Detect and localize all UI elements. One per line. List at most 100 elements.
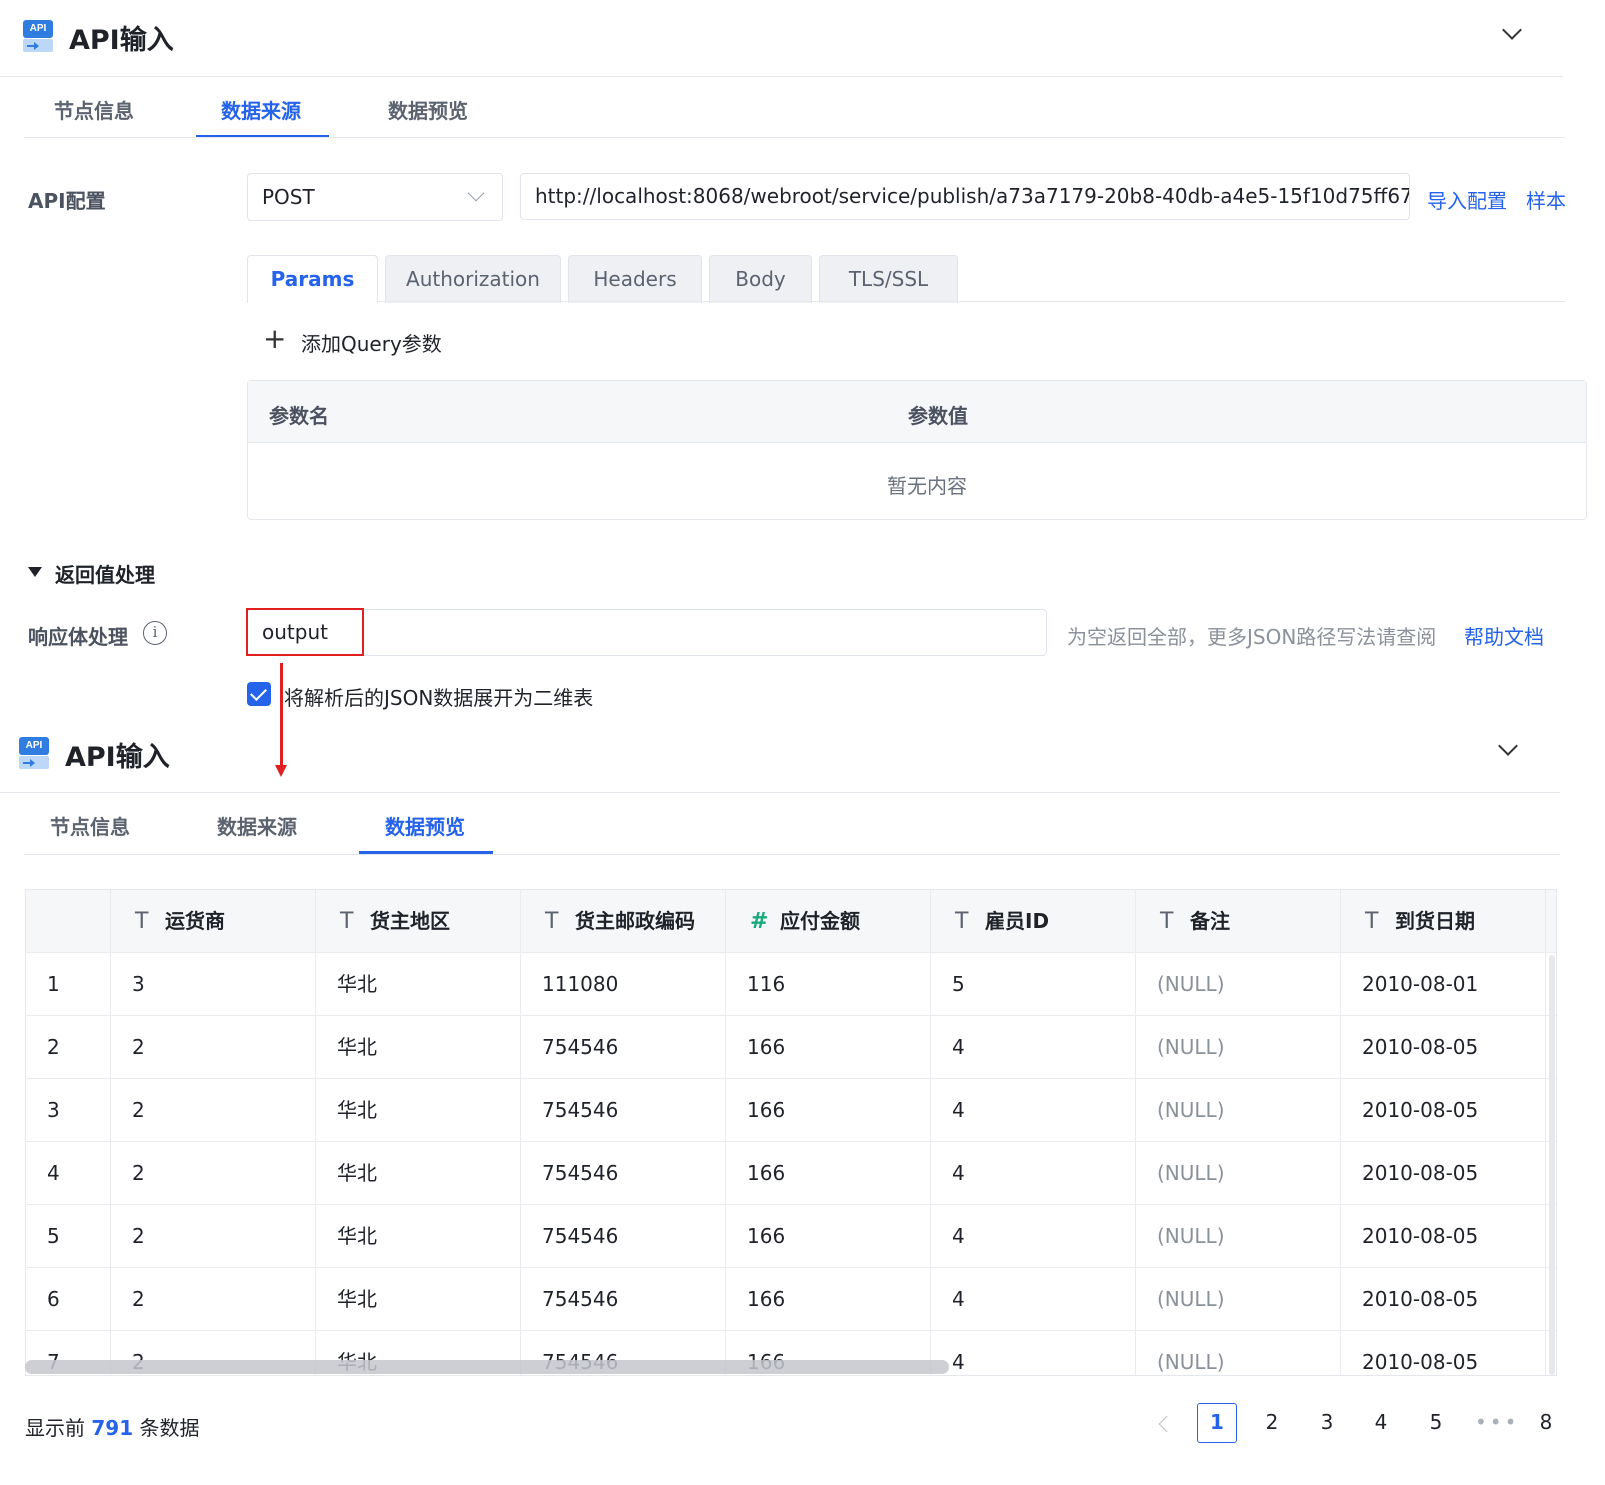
table-cell: 3 [111,953,316,1016]
subtabs-divider [378,301,1565,302]
api-input-icon: API [19,737,51,771]
panel-title: API输入 [69,25,174,56]
table-row[interactable]: 2 2 华北 754546 166 4 (NULL) 2010-08-05 [26,1016,1556,1079]
table-row[interactable]: 4 2 华北 754546 166 4 (NULL) 2010-08-05 [26,1142,1556,1205]
response-path-input[interactable]: output [247,609,1047,656]
empty-state-text: 暂无内容 [887,474,967,498]
page-1[interactable]: 1 [1197,1403,1237,1443]
data-preview-table[interactable]: T 运货商 T 货主地区 T 货主邮政编码 # 应付金额 T 雇员ID T 备注 T 到货日期… [25,889,1557,1376]
table-cell: 华北 [316,1079,521,1142]
row-index: 3 [26,1079,111,1142]
table-cell: 2 [111,1142,316,1205]
tab-data-source[interactable]: 数据来源 [221,95,301,124]
row-count-summary: 显示前 791 条数据 [25,1416,200,1440]
row-index: 5 [26,1205,111,1268]
annotation-arrow-line [280,663,283,767]
sample-link[interactable]: 样本 [1526,185,1566,214]
page-2[interactable]: 2 [1252,1402,1292,1442]
return-value-section-title[interactable]: 返回值处理 [55,559,155,588]
horizontal-scrollbar[interactable] [25,1360,949,1374]
table-row[interactable]: 3 2 华北 754546 166 4 (NULL) 2010-08-05 [26,1079,1556,1142]
page-4[interactable]: 4 [1361,1402,1401,1442]
table-header-row: T 运货商 T 货主地区 T 货主邮政编码 # 应付金额 T 雇员ID T 备注 T 到货日期 [26,890,1556,953]
vertical-scrollbar[interactable] [1549,955,1555,1375]
collapse-chevron-icon[interactable] [1498,736,1518,756]
table-cell: 2 [111,1268,316,1331]
panel-title: API输入 [65,742,170,773]
table-cell: 华北 [316,953,521,1016]
table-cell: 华北 [316,1205,521,1268]
row-count: 791 [91,1416,134,1440]
import-config-link[interactable]: 导入配置 [1427,185,1507,214]
table-cell: 166 [726,1142,931,1205]
column-header[interactable]: T 货主地区 [316,890,521,953]
tab-node-info[interactable]: 节点信息 [54,95,134,124]
table-row[interactable]: 6 2 华北 754546 166 4 (NULL) 2010-08-05 [26,1268,1556,1331]
text-type-icon: T [1160,909,1174,934]
params-table: 参数名 参数值 暂无内容 [247,380,1587,520]
column-header[interactable]: T 货主邮政编码 [521,890,726,953]
table-cell: (NULL) [1136,1142,1341,1205]
table-cell: 2 [111,1205,316,1268]
page-5[interactable]: 5 [1416,1402,1456,1442]
table-cell: 116 [726,953,931,1016]
subtab-params[interactable]: Params [247,255,378,303]
table-cell: 华北 [316,1268,521,1331]
table-cell: 2010-08-05 [1341,1142,1546,1205]
table-cell: 754546 [521,1142,726,1205]
column-header[interactable]: T 雇员ID [931,890,1136,953]
tabs-divider [24,137,1565,138]
table-row[interactable]: 5 2 华北 754546 166 4 (NULL) 2010-08-05 [26,1205,1556,1268]
subtab-body[interactable]: Body [709,255,812,303]
table-cell: 4 [931,1268,1136,1331]
subtab-authorization[interactable]: Authorization [385,255,561,303]
tab-data-preview[interactable]: 数据预览 [385,811,465,840]
url-input[interactable]: http://localhost:8068/webroot/service/pu… [520,173,1410,220]
table-cell: 2010-08-05 [1341,1016,1546,1079]
table-cell: 4 [931,1142,1136,1205]
prev-page-icon[interactable] [1158,1415,1176,1433]
subtab-tls-ssl[interactable]: TLS/SSL [819,255,958,303]
pagination-ellipsis[interactable]: ••• [1475,1410,1519,1434]
flatten-json-checkbox[interactable] [247,682,271,706]
add-query-param-button[interactable]: 添加Query参数 [301,328,442,357]
table-cell: 754546 [521,1079,726,1142]
table-cell: 754546 [521,1205,726,1268]
caret-down-icon[interactable] [28,567,42,577]
table-cell: 4 [931,1331,1136,1375]
text-type-icon: T [955,909,969,934]
info-icon[interactable]: i [143,621,167,645]
row-index: 2 [26,1016,111,1079]
column-header[interactable]: T 到货日期 [1341,890,1546,953]
tab-node-info[interactable]: 节点信息 [50,811,130,840]
column-header[interactable]: T 运货商 [111,890,316,953]
help-doc-link[interactable]: 帮助文档 [1464,621,1544,650]
tab-data-source[interactable]: 数据来源 [217,811,297,840]
tab-data-preview[interactable]: 数据预览 [388,95,468,124]
table-cell: 2010-08-05 [1341,1268,1546,1331]
column-header[interactable]: T 备注 [1136,890,1341,953]
table-cell: (NULL) [1136,1016,1341,1079]
table-cell: 华北 [316,1142,521,1205]
table-cell: 166 [726,1079,931,1142]
subtab-headers[interactable]: Headers [568,255,702,303]
table-cell: (NULL) [1136,953,1341,1016]
plus-icon[interactable]: + [263,325,286,353]
page-last[interactable]: 8 [1526,1402,1566,1442]
table-cell: 4 [931,1079,1136,1142]
http-method-select[interactable]: POST [247,173,503,221]
collapse-chevron-icon[interactable] [1502,20,1522,40]
column-header[interactable]: # 应付金额 [726,890,931,953]
tabs-divider [24,854,1560,855]
table-cell: 166 [726,1016,931,1079]
page-3[interactable]: 3 [1307,1402,1347,1442]
table-cell: 2010-08-05 [1341,1205,1546,1268]
table-row[interactable]: 1 3 华北 111080 116 5 (NULL) 2010-08-01 [26,953,1556,1016]
table-cell: (NULL) [1136,1268,1341,1331]
text-type-icon: T [340,909,354,934]
response-hint-text: 为空返回全部，更多JSON路径写法请查阅 [1067,625,1437,649]
api-input-icon: API [23,20,55,54]
api-config-label: API配置 [28,189,106,213]
row-index: 6 [26,1268,111,1331]
table-cell: 2 [111,1079,316,1142]
